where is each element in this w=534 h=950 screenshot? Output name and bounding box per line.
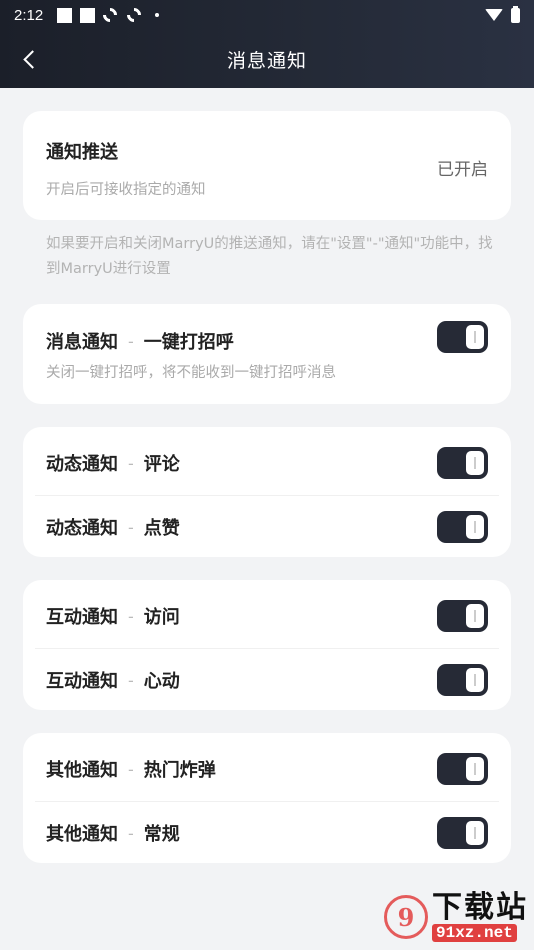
setting-name: 常规 [143, 824, 180, 845]
visit-toggle[interactable] [437, 600, 488, 632]
page-title: 消息通知 [226, 49, 307, 72]
back-button[interactable] [12, 42, 46, 76]
chevron-left-icon [22, 49, 42, 69]
comment-toggle[interactable] [437, 447, 488, 479]
setting-category: 动态通知 [46, 518, 118, 539]
sync-icon [100, 5, 121, 25]
title-bar: 消息通知 [0, 30, 534, 88]
setting-category: 消息通知 [46, 332, 118, 353]
push-status: 已开启 [437, 160, 488, 180]
setting-name: 点赞 [143, 518, 180, 539]
setting-row: 动态通知 - 评论 [23, 431, 511, 495]
heartbeat-toggle[interactable] [437, 664, 488, 696]
push-subtitle: 开启后可接收指定的通知 [46, 182, 206, 198]
watermark-url: 91xz.net [432, 924, 517, 942]
setting-row: 其他通知 - 常规 [23, 801, 511, 865]
toggle-knob [466, 668, 484, 692]
watermark-logo: 9 [384, 895, 428, 939]
setting-description: 关闭一键打招呼，将不能收到一键打招呼消息 [46, 365, 336, 381]
notification-square-icon [57, 7, 73, 23]
app-header: 2:12 消息通知 [0, 0, 534, 88]
toggle-knob [466, 821, 484, 845]
toggle-knob [466, 757, 484, 781]
setting-category: 其他通知 [46, 824, 118, 845]
push-hint-text: 如果要开启和关闭MarryU的推送通知，请在"设置"-"通知"功能中，找到Mar… [46, 236, 493, 277]
separator: - [128, 517, 134, 537]
toggle-knob [466, 515, 484, 539]
setting-row: 动态通知 - 点赞 [23, 495, 511, 559]
toggle-knob [466, 604, 484, 628]
setting-category: 互动通知 [46, 607, 118, 628]
separator: - [128, 331, 134, 351]
status-time: 2:12 [14, 6, 44, 24]
setting-name: 心动 [143, 671, 180, 692]
more-dot-icon [155, 13, 160, 17]
setting-name: 一键打招呼 [143, 332, 234, 353]
setting-category: 动态通知 [46, 454, 118, 475]
wifi-icon [485, 9, 503, 21]
watermark: 9 下载站 91xz.net [384, 892, 528, 942]
interaction-settings-card: 互动通知 - 访问 互动通知 - 心动 [23, 580, 511, 710]
greet-toggle[interactable] [437, 321, 488, 353]
separator: - [128, 606, 134, 626]
other-settings-card: 其他通知 - 热门炸弹 其他通知 - 常规 [23, 733, 511, 863]
separator: - [128, 453, 134, 473]
setting-row: 互动通知 - 心动 [23, 648, 511, 712]
separator: - [128, 759, 134, 779]
dynamic-settings-card: 动态通知 - 评论 动态通知 - 点赞 [23, 427, 511, 557]
separator: - [128, 823, 134, 843]
setting-category: 其他通知 [46, 760, 118, 781]
greet-setting-card: 消息通知 - 一键打招呼 关闭一键打招呼，将不能收到一键打招呼消息 [23, 304, 511, 404]
setting-row: 互动通知 - 访问 [23, 584, 511, 648]
regular-toggle[interactable] [437, 817, 488, 849]
push-title: 通知推送 [46, 142, 118, 163]
setting-row: 其他通知 - 热门炸弹 [23, 737, 511, 801]
battery-icon [511, 5, 520, 23]
hot-bomb-toggle[interactable] [437, 753, 488, 785]
status-bar: 2:12 [0, 0, 534, 30]
sync-icon [124, 5, 145, 25]
notification-square-icon [80, 7, 96, 23]
watermark-text: 下载站 [432, 890, 528, 925]
toggle-knob [466, 325, 484, 349]
setting-name: 热门炸弹 [143, 760, 216, 781]
push-notification-card[interactable]: 通知推送 开启后可接收指定的通知 已开启 [23, 111, 511, 220]
toggle-knob [466, 451, 484, 475]
setting-name: 评论 [143, 454, 180, 475]
separator: - [128, 670, 134, 690]
setting-name: 访问 [143, 607, 180, 628]
setting-category: 互动通知 [46, 671, 118, 692]
like-toggle[interactable] [437, 511, 488, 543]
